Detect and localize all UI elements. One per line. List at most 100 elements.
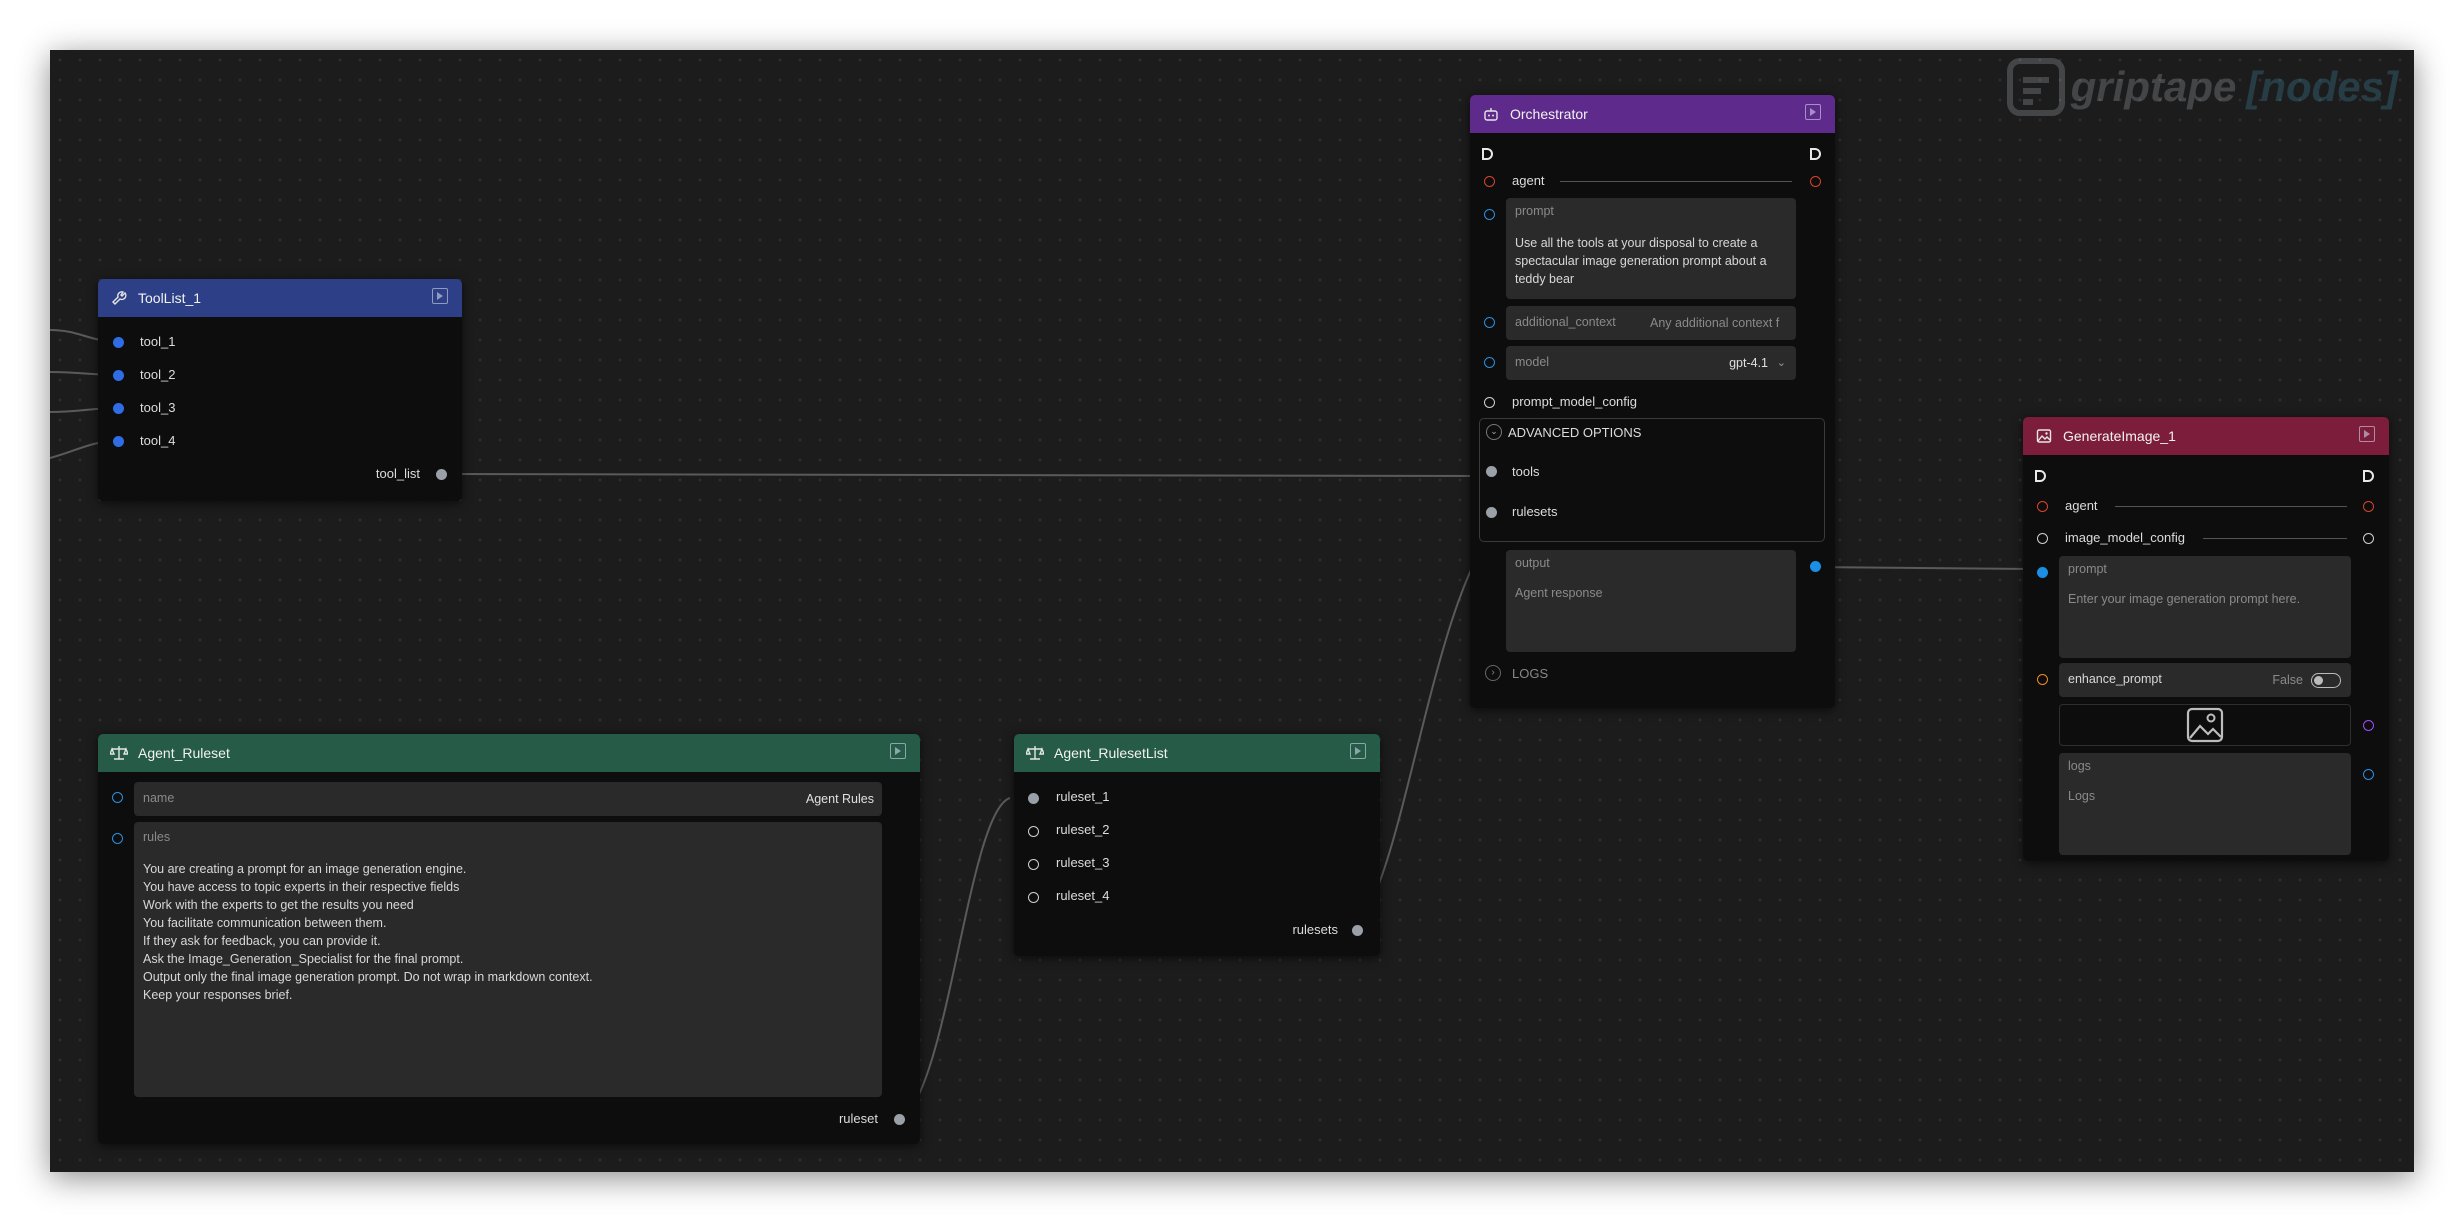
ruleset-node[interactable]: Agent_Ruleset name Agent Rules rules You… bbox=[98, 734, 920, 1144]
agent-label: agent bbox=[1512, 173, 1545, 188]
agent-divider bbox=[2115, 506, 2347, 507]
wire-toollist-to-orchestrator bbox=[441, 473, 1494, 477]
prompt-label: prompt bbox=[1515, 204, 1554, 218]
exec-in-port[interactable] bbox=[2035, 470, 2046, 482]
tool-4-port[interactable] bbox=[113, 436, 124, 447]
exec-in-port[interactable] bbox=[1482, 148, 1493, 160]
prompt-textarea[interactable]: prompt Use all the tools at your disposa… bbox=[1506, 198, 1796, 299]
wire-orchestrator-to-generate bbox=[1810, 566, 2039, 570]
rules-port[interactable] bbox=[112, 833, 123, 844]
ruleset-3-port[interactable] bbox=[1028, 859, 1039, 870]
model-select[interactable]: model gpt-4.1 ⌄ bbox=[1506, 346, 1796, 380]
ruleset-output-port[interactable] bbox=[894, 1114, 905, 1125]
logo-text: griptape bbox=[2070, 63, 2237, 110]
exec-out-port[interactable] bbox=[2363, 470, 2374, 482]
logs-port[interactable] bbox=[2363, 769, 2374, 780]
ruleset-3-label: ruleset_3 bbox=[1056, 855, 1110, 870]
name-field[interactable]: name Agent Rules bbox=[134, 782, 882, 816]
ruleset-1-label: ruleset_1 bbox=[1056, 789, 1110, 804]
chevron-down-icon[interactable]: ⌄ bbox=[1486, 424, 1502, 440]
name-field-value: Agent Rules bbox=[805, 792, 874, 806]
image-icon bbox=[2186, 707, 2224, 743]
enhance-prompt-port[interactable] bbox=[2037, 674, 2048, 685]
rulesetlist-header[interactable]: Agent_RulesetList bbox=[1014, 734, 1380, 772]
agent-out-port[interactable] bbox=[2363, 501, 2374, 512]
additional-context-field[interactable]: additional_context Any additional contex… bbox=[1506, 306, 1796, 340]
prompt-textarea[interactable]: prompt Enter your image generation promp… bbox=[2059, 556, 2351, 658]
ruleset-2-port[interactable] bbox=[1028, 826, 1039, 837]
name-field-label: name bbox=[143, 791, 175, 805]
prompt-model-config-port[interactable] bbox=[1484, 397, 1495, 408]
output-port[interactable] bbox=[1810, 561, 1821, 572]
enhance-prompt-label: enhance_prompt bbox=[2068, 672, 2162, 686]
image-output-port[interactable] bbox=[2363, 720, 2374, 731]
orchestrator-header[interactable]: Orchestrator bbox=[1470, 95, 1835, 133]
advanced-options-toggle[interactable]: ADVANCED OPTIONS bbox=[1508, 425, 1641, 440]
chevron-right-icon[interactable]: › bbox=[1485, 665, 1501, 681]
model-port[interactable] bbox=[1484, 357, 1495, 368]
ruleset-header[interactable]: Agent_Ruleset bbox=[98, 734, 920, 772]
agent-in-port[interactable] bbox=[2037, 501, 2048, 512]
output-field[interactable]: output Agent response bbox=[1506, 550, 1796, 652]
model-value: gpt-4.1 bbox=[1729, 356, 1768, 370]
chevron-down-icon[interactable]: ⌄ bbox=[1777, 356, 1786, 369]
run-node-icon[interactable] bbox=[1805, 104, 1821, 120]
agent-out-port[interactable] bbox=[1810, 176, 1821, 187]
tool-4-label: tool_4 bbox=[140, 433, 176, 448]
prompt-model-config-label: prompt_model_config bbox=[1512, 394, 1638, 409]
logo-suffix: [nodes] bbox=[2246, 63, 2398, 110]
image-model-config-out-port[interactable] bbox=[2363, 533, 2374, 544]
run-node-icon[interactable] bbox=[432, 288, 448, 304]
logs-toggle[interactable]: LOGS bbox=[1512, 666, 1548, 681]
output-label: output bbox=[1515, 556, 1550, 570]
tools-port[interactable] bbox=[1486, 466, 1497, 477]
output-placeholder: Agent response bbox=[1515, 586, 1603, 600]
rulesets-output-port[interactable] bbox=[1352, 925, 1363, 936]
griptape-logo-icon bbox=[2006, 58, 2065, 116]
rules-label: rules bbox=[143, 830, 171, 844]
agent-in-port[interactable] bbox=[1484, 176, 1495, 187]
enhance-prompt-value: False bbox=[2272, 673, 2303, 687]
logs-label: logs bbox=[2068, 759, 2091, 773]
rulesets-label: rulesets bbox=[1512, 504, 1558, 519]
rules-textarea[interactable]: rules You are creating a prompt for an i… bbox=[134, 822, 882, 1097]
image-model-config-in-port[interactable] bbox=[2037, 533, 2048, 544]
advanced-options-panel: ⌄ ADVANCED OPTIONS tools rulesets bbox=[1479, 418, 1825, 542]
scales-icon bbox=[110, 744, 128, 762]
exec-out-port[interactable] bbox=[1810, 148, 1821, 160]
generate-image-header[interactable]: GenerateImage_1 bbox=[2023, 417, 2389, 455]
tool-2-label: tool_2 bbox=[140, 367, 176, 382]
tool-list-output-port[interactable] bbox=[436, 469, 447, 480]
tool-3-port[interactable] bbox=[113, 403, 124, 414]
run-node-icon[interactable] bbox=[890, 743, 906, 759]
workflow-canvas[interactable]: griptape [nodes] ToolList_1 tool_1 tool_… bbox=[50, 50, 2414, 1172]
rulesets-port[interactable] bbox=[1486, 507, 1497, 518]
toollist-node[interactable]: ToolList_1 tool_1 tool_2 tool_3 tool_4 t… bbox=[98, 279, 462, 501]
ruleset-title: Agent_Ruleset bbox=[138, 745, 230, 761]
rulesetlist-node[interactable]: Agent_RulesetList ruleset_1 ruleset_2 ru… bbox=[1014, 734, 1380, 956]
orchestrator-node[interactable]: Orchestrator agent prompt Use all the to… bbox=[1470, 95, 1835, 708]
additional-context-label: additional_context bbox=[1515, 315, 1616, 329]
run-node-icon[interactable] bbox=[2359, 426, 2375, 442]
additional-context-port[interactable] bbox=[1484, 317, 1495, 328]
ruleset-4-port[interactable] bbox=[1028, 892, 1039, 903]
logs-field[interactable]: logs Logs bbox=[2059, 753, 2351, 855]
enhance-prompt-toggle[interactable] bbox=[2311, 673, 2341, 688]
tool-2-port[interactable] bbox=[113, 370, 124, 381]
generate-image-node[interactable]: GenerateImage_1 agent image_model_config… bbox=[2023, 417, 2389, 861]
tool-1-port[interactable] bbox=[113, 337, 124, 348]
toollist-header[interactable]: ToolList_1 bbox=[98, 279, 462, 317]
additional-context-placeholder: Any additional context f bbox=[1650, 316, 1780, 330]
enhance-prompt-field: enhance_prompt False bbox=[2059, 663, 2351, 697]
tools-label: tools bbox=[1512, 464, 1540, 479]
name-port[interactable] bbox=[112, 792, 123, 803]
rules-text: You are creating a prompt for an image g… bbox=[143, 862, 593, 1002]
agent-divider bbox=[1560, 181, 1792, 182]
prompt-port[interactable] bbox=[1484, 209, 1495, 220]
scales-icon bbox=[1026, 744, 1044, 762]
ruleset-1-port[interactable] bbox=[1028, 793, 1039, 804]
image-model-config-label: image_model_config bbox=[2065, 530, 2185, 545]
prompt-port[interactable] bbox=[2037, 567, 2048, 578]
image-output-preview[interactable] bbox=[2059, 704, 2351, 746]
run-node-icon[interactable] bbox=[1350, 743, 1366, 759]
